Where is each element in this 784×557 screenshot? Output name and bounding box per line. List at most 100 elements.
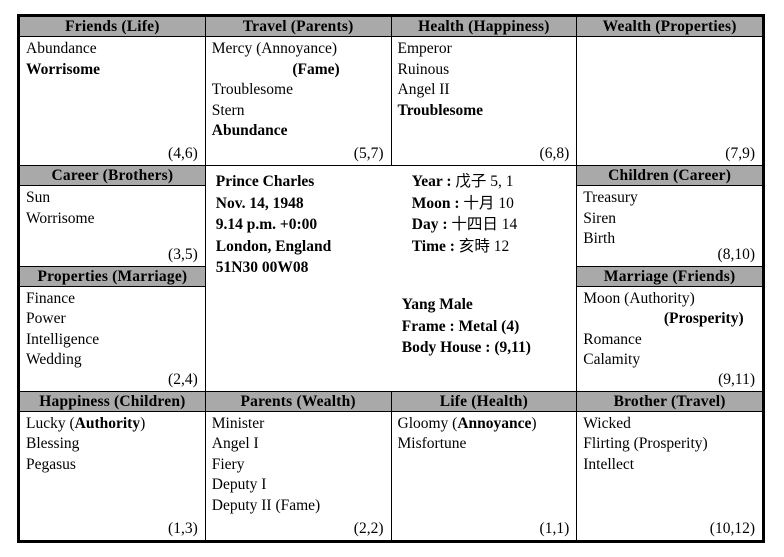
palace-header: Brother (Travel) [577,391,762,412]
lunar-day-number: 14 [501,216,518,234]
star-item: Misfortune [397,435,467,453]
palace-cell-happiness-children[interactable]: Happiness (Children) Lucky (Authority) B… [19,390,206,542]
palace-row-2: Career (Brothers) Sun Worrisome (3,5) Pr… [19,165,763,392]
lunar-calendar-info: Year : 戊子 5, 1 Moon : 十月 10 Day: 十四日 14… [412,171,518,257]
star-item: Fiery [211,455,245,473]
lunar-year-cjk: 戊子 [455,172,487,191]
palace-header: Marriage (Friends) [577,266,762,287]
palace-header: Friends (Life) [20,17,205,37]
star-list: Lucky (Authority) Blessing Pegasus [26,414,199,476]
lunar-moon-label: Moon : [411,194,460,212]
star-item: Siren [583,209,616,227]
palace-body: Wicked Flirting (Prosperity) Intellect (… [577,412,762,540]
star-item: Intelligence [26,330,100,348]
birth-place: London, England [215,237,332,255]
star-item: Minister [211,414,265,432]
lunar-year-row: Year : 戊子 5, 1 [412,171,518,193]
birth-time: 9.14 p.m. +0:00 [215,216,318,234]
palace-header: Properties (Marriage) [20,266,205,287]
lunar-year-label: Year : [411,173,452,191]
palace-header: Wealth (Properties) [577,17,762,37]
palace-coordinate: (4,6) [168,145,198,163]
palace-cell-brother-travel[interactable]: Brother (Travel) Wicked Flirting (Prospe… [576,390,763,542]
palace-cell-parents-wealth[interactable]: Parents (Wealth) Minister Angel I Fiery … [204,390,392,542]
star-item: Stern [211,101,245,119]
star-item: Ruinous [397,60,450,78]
birth-coordinates: 51N30 00W08 [215,259,309,277]
palace-coordinate: (2,4) [168,370,198,388]
star-item: Blessing [26,435,80,453]
lunar-time-cjk: 亥時 [458,236,490,255]
star-item: Calamity [583,351,641,369]
star-list: Emperor Ruinous Angel II Troublesome [398,39,571,121]
palace-header: Life (Health) [391,391,577,412]
palace-coordinate: (1,3) [168,520,198,537]
lunar-time-row: Time : 亥時 12 [412,236,518,258]
star-item: Intellect [583,455,635,473]
palace-cell-friends-life[interactable]: Friends (Life) Abundance Worrisome (4,6) [19,15,206,167]
star-list: Sun Worrisome [26,188,199,229]
palace-header: Children (Career) [577,166,762,187]
palace-cell-travel-parents[interactable]: Travel (Parents) Mercy (Annoyance) (Fame… [204,15,392,167]
palace-cell-career-brothers[interactable]: Career (Brothers) Sun Worrisome (3,5) [19,165,206,267]
frame-element: Frame : Metal (4) [401,317,520,335]
lunar-day-row: Day : 十四日 14 [412,214,518,236]
chart-summary: Yang Male Frame : Metal (4) Body House :… [402,294,531,359]
palace-body: Finance Power Intelligence Wedding (2,4) [20,287,205,391]
star-item: Moon (Authority) [583,289,695,307]
palace-coordinate: (2,2) [353,520,384,537]
star-item: Power [26,310,66,328]
star-list: Gloomy (Annoyance) Misfortune [398,414,571,455]
palace-coordinate: (8,10) [717,245,755,263]
palace-cell-properties-marriage[interactable]: Properties (Marriage) Finance Power Inte… [19,265,206,392]
star-item: Gloomy (Annoyance) [397,414,537,432]
palace-cell-life-health[interactable]: Life (Health) Gloomy (Annoyance) Misfort… [390,390,578,542]
palace-cell-health-happiness[interactable]: Health (Happiness) Emperor Ruinous Angel… [390,15,578,167]
palace-header: Health (Happiness) [391,17,577,37]
lunar-time-label: Time : [411,237,455,255]
palace-body: Emperor Ruinous Angel II Troublesome (6,… [392,37,577,165]
palace-coordinate: (6,8) [539,145,570,163]
star-item: Mercy (Annoyance) [211,40,337,57]
lunar-moon-number: 10 [498,194,514,212]
palace-body: Treasury Siren Birth (8,10) [577,186,762,266]
palace-row-1: Friends (Life) Abundance Worrisome (4,6)… [19,15,763,167]
palace-header: Parents (Wealth) [205,391,391,412]
palace-grid: Friends (Life) Abundance Worrisome (4,6)… [19,15,763,542]
lunar-day-cjk: 十四日 [451,215,498,234]
palace-coordinate: (9,11) [718,370,755,388]
star-item: Angel I [211,435,259,453]
star-list: Minister Angel I Fiery Deputy I Deputy I… [212,414,385,517]
palace-body: Sun Worrisome (3,5) [20,186,205,266]
star-list: Treasury Siren Birth [583,188,756,250]
center-info-block: Prince Charles Nov. 14, 1948 9.14 p.m. +… [204,165,578,392]
birth-date: Nov. 14, 1948 [215,194,304,212]
palace-body: (7,9) [577,37,762,165]
palace-body: Mercy (Annoyance) (Fame) Troublesome Ste… [206,37,391,165]
star-item: Deputy II (Fame) [211,496,321,514]
birth-info: Prince Charles Nov. 14, 1948 9.14 p.m. +… [216,171,412,279]
palace-body: Abundance Worrisome (4,6) [20,37,205,165]
star-item: Flirting (Prosperity) [583,435,708,453]
star-item: Emperor [397,40,452,57]
star-item: Finance [26,289,76,307]
star-item: Troublesome [211,81,293,98]
star-item: Worrisome [26,60,101,78]
star-item: (Prosperity) [663,310,744,328]
natal-chart-frame: Friends (Life) Abundance Worrisome (4,6)… [17,14,765,543]
palace-cell-wealth-properties[interactable]: Wealth (Properties) (7,9) [576,15,763,167]
star-item: (Fame) [292,60,340,78]
lunar-time-number: 12 [493,237,510,255]
star-list: Wicked Flirting (Prosperity) Intellect [583,414,756,476]
palace-header: Travel (Parents) [205,17,391,37]
palace-body: Moon (Authority) (Prosperity) Romance Ca… [577,287,762,391]
lunar-moon-cjk: 十月 [463,193,495,212]
star-item: Abundance [26,40,97,57]
palace-cell-children-career[interactable]: Children (Career) Treasury Siren Birth (… [576,165,763,267]
palace-cell-marriage-friends[interactable]: Marriage (Friends) Moon (Authority) (Pro… [576,265,763,392]
palace-header: Career (Brothers) [20,166,205,187]
star-item: Wicked [583,414,631,432]
star-item: Lucky (Authority) [26,414,146,432]
polarity-gender: Yang Male [401,296,473,314]
palace-body: Gloomy (Annoyance) Misfortune (1,1) [392,412,577,540]
